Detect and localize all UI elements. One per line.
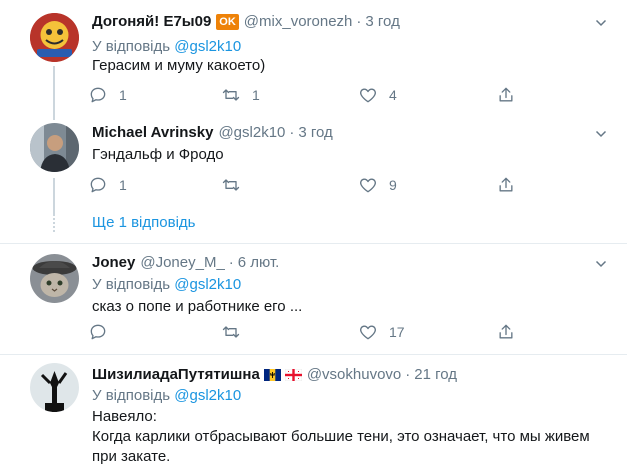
avatar-image <box>30 363 79 412</box>
avatar-image <box>30 254 79 303</box>
like-icon <box>360 325 376 340</box>
tweet-header: Michael Avrinsky @gsl2k10 · 3 год <box>92 124 333 141</box>
author-handle[interactable]: @mix_voronezh <box>244 13 353 30</box>
avatar[interactable] <box>30 363 79 412</box>
author-name[interactable]: ШизилиадаПутятишна <box>92 366 260 383</box>
tweet-text-line: Когда карлики отбрасывают большие тени, … <box>92 428 590 445</box>
barbados-flag-icon <box>263 368 281 381</box>
retweet-icon <box>222 326 240 338</box>
retweet-button[interactable] <box>221 322 252 342</box>
reply-icon <box>90 324 106 340</box>
avatar-image <box>30 13 79 62</box>
reply-prefix: У відповідь <box>92 387 171 404</box>
reply-button[interactable] <box>88 322 119 342</box>
tweet-text: Навеяло: Когда карлики отбрасывают больш… <box>92 407 612 467</box>
retweet-icon <box>222 179 240 191</box>
tweet-header: Догоняй! E7ы09 OK @mix_voronezh · 3 год <box>92 13 400 30</box>
tweet-text: сказ о попе и работнике его ... <box>92 298 303 315</box>
tweet-header: Joney @Joney_M_ · 6 лют. <box>92 254 279 271</box>
share-button[interactable] <box>496 175 516 195</box>
tweet-text-line: при закате. <box>92 448 171 465</box>
timestamp[interactable]: 3 год <box>365 13 399 30</box>
chevron-down-icon[interactable] <box>595 128 607 140</box>
author-handle[interactable]: @vsokhuvovo <box>307 366 401 383</box>
thread-dots <box>53 218 57 232</box>
tweet-1[interactable]: Догоняй! E7ы09 OK @mix_voronezh · 3 год … <box>0 0 627 116</box>
avatar[interactable] <box>30 123 79 172</box>
show-more-replies-link[interactable]: Ще 1 відповідь <box>92 214 195 231</box>
separator-dot: · <box>405 366 411 383</box>
like-count: 9 <box>389 177 397 193</box>
share-icon <box>499 177 513 192</box>
like-button[interactable]: 9 <box>358 175 397 195</box>
like-count: 17 <box>389 324 405 340</box>
like-count: 4 <box>389 87 397 103</box>
tweet-4[interactable]: ШизилиадаПутятишна @vsokhuvovo · 21 год … <box>0 355 627 465</box>
avatar-image <box>30 123 79 172</box>
like-button[interactable]: 4 <box>358 85 397 105</box>
chevron-down-icon[interactable] <box>595 17 607 29</box>
tweet-text: Гэндальф и Фродо <box>92 146 224 163</box>
reply-icon <box>90 177 106 193</box>
retweet-button[interactable] <box>221 175 252 195</box>
reply-to: У відповідь @gsl2k10 <box>92 387 241 404</box>
timestamp[interactable]: 3 год <box>298 124 332 141</box>
timestamp[interactable]: 21 год <box>414 366 457 383</box>
mention-link[interactable]: @gsl2k10 <box>174 38 241 55</box>
thread-line <box>53 66 55 116</box>
tweet-header: ШизилиадаПутятишна @vsokhuvovo · 21 год <box>92 366 457 383</box>
georgia-flag-icon <box>284 368 302 381</box>
action-bar: 17 <box>88 322 528 344</box>
reply-prefix: У відповідь <box>92 276 171 293</box>
separator-dot: · <box>228 254 234 271</box>
share-button[interactable] <box>496 85 516 105</box>
author-name[interactable]: Догоняй! E7ы09 <box>92 13 211 30</box>
like-icon <box>360 178 376 193</box>
action-bar: 1 9 <box>88 175 528 197</box>
reply-count: 1 <box>119 87 127 103</box>
reply-count: 1 <box>119 177 127 193</box>
reply-icon <box>90 87 106 103</box>
mention-link[interactable]: @gsl2k10 <box>174 276 241 293</box>
action-bar: 1 1 4 <box>88 85 528 107</box>
ok-badge: OK <box>216 13 239 30</box>
like-icon <box>360 88 376 103</box>
chevron-down-icon[interactable] <box>595 258 607 270</box>
retweet-icon <box>222 89 240 101</box>
mention-link[interactable]: @gsl2k10 <box>174 387 241 404</box>
tweet-text: Герасим и муму какоето) <box>92 57 266 74</box>
separator-dot: · <box>289 124 295 141</box>
share-button[interactable] <box>496 322 516 342</box>
tweet-3[interactable]: Joney @Joney_M_ · 6 лют. У відповідь @gs… <box>0 244 627 354</box>
author-name[interactable]: Joney <box>92 254 135 271</box>
thread-line <box>53 116 55 120</box>
reply-to: У відповідь @gsl2k10 <box>92 38 241 55</box>
retweet-button[interactable]: 1 <box>221 85 260 105</box>
author-handle[interactable]: @Joney_M_ <box>140 254 224 271</box>
tweet-text-line: Навеяло: <box>92 408 157 425</box>
share-icon <box>499 324 513 339</box>
reply-prefix: У відповідь <box>92 38 171 55</box>
separator-dot: · <box>356 13 362 30</box>
reply-button[interactable]: 1 <box>88 85 127 105</box>
author-handle[interactable]: @gsl2k10 <box>218 124 285 141</box>
like-button[interactable]: 17 <box>358 322 405 342</box>
avatar[interactable] <box>30 254 79 303</box>
avatar[interactable] <box>30 13 79 62</box>
author-name[interactable]: Michael Avrinsky <box>92 124 213 141</box>
share-icon <box>499 87 513 102</box>
tweet-2[interactable]: Michael Avrinsky @gsl2k10 · 3 год Гэндал… <box>0 116 627 243</box>
reply-to: У відповідь @gsl2k10 <box>92 276 241 293</box>
reply-button[interactable]: 1 <box>88 175 127 195</box>
thread-line <box>53 178 55 216</box>
timestamp[interactable]: 6 лют. <box>238 254 280 271</box>
retweet-count: 1 <box>252 87 260 103</box>
